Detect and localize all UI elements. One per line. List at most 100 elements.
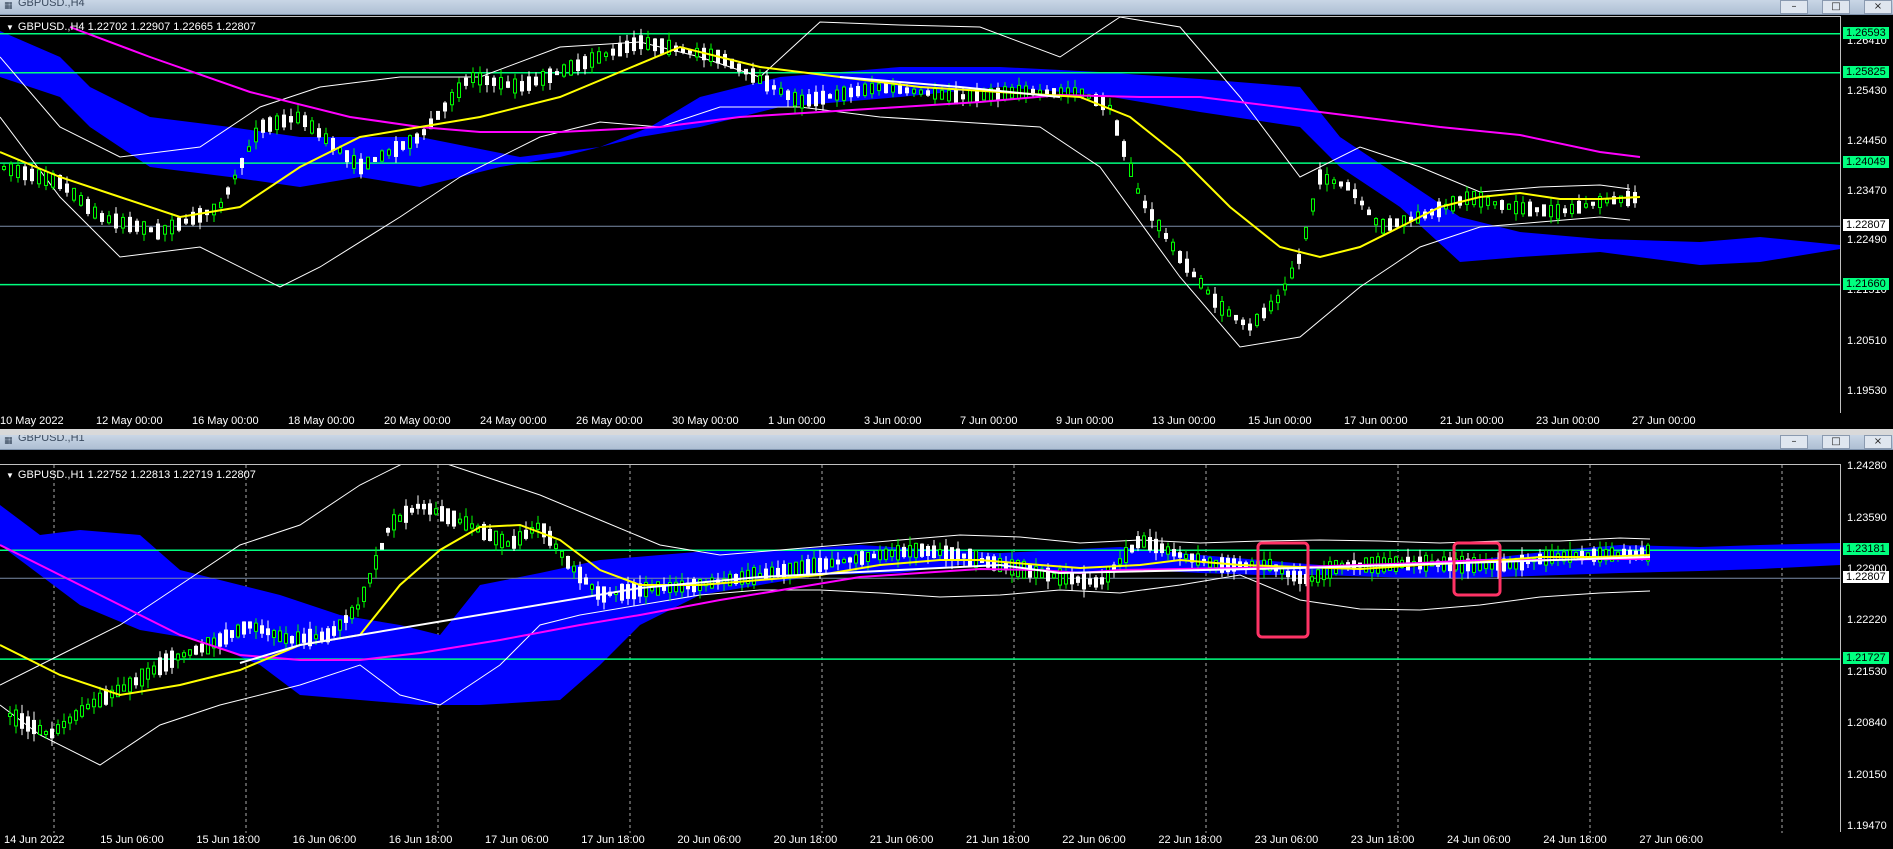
candle-body [1206,289,1210,295]
candle-body [786,90,790,101]
price-chart-h1[interactable]: ▼ GBPUSD.,H1 1.22752 1.22813 1.22719 1.22… [0,464,1840,833]
candle-body [520,81,524,92]
candle-body [200,643,204,653]
price-tick-label: 1.23590 [1847,511,1887,524]
candle-body [1605,198,1609,204]
time-tick-label: 21 Jun 06:00 [869,834,934,846]
candle-body [374,555,378,570]
candle-body [1339,181,1343,187]
candle-body [1024,85,1028,99]
time-tick-label: 27 Jun 00:00 [1632,415,1696,427]
candle-body [1577,200,1581,214]
window-titlebar[interactable]: ▦ GBPUSD.,H1 – □ × [0,435,1893,450]
time-tick-label: 1 Jun 00:00 [768,415,826,427]
candle-body [314,634,318,640]
price-chart-h4[interactable]: ▼ GBPUSD.,H4 1.22702 1.22907 1.22665 1.22… [0,16,1840,414]
candle-body [737,63,741,72]
candle-body [1574,552,1578,560]
candle-body [1465,191,1469,205]
minimize-button[interactable]: – [1780,0,1808,14]
candle-body [1374,218,1378,226]
time-tick-label: 17 Jun 06:00 [485,834,549,846]
candle-body [163,225,167,235]
candle-body [1514,200,1518,215]
candle-body [142,221,146,235]
candle-body [1122,141,1126,157]
candle-body [62,720,66,729]
time-tick-label: 18 May 00:00 [288,415,355,427]
candle-body [366,156,370,170]
candle-body [219,201,223,209]
candle-body [1038,89,1042,95]
candle-body [1570,203,1574,215]
candle-body [345,150,349,163]
candle-body [1118,558,1122,565]
candle-body [268,117,272,132]
candle-body [1143,200,1147,209]
candle-body [560,550,564,558]
candle-body [254,127,258,143]
time-tick-label: 20 May 00:00 [384,415,451,427]
candle-body [266,628,270,636]
symbol-info: ▼ GBPUSD.,H4 1.22702 1.22907 1.22665 1.22… [6,21,256,33]
close-button[interactable]: × [1864,0,1892,14]
candle-body [386,527,390,533]
candle-body [464,516,468,531]
candle-body [856,86,860,97]
candle-body [1178,251,1182,263]
candle-body [1160,543,1164,554]
candle-body [30,168,34,182]
candle-body [611,48,615,56]
candle-body [278,630,282,643]
maximize-button[interactable]: □ [1822,0,1850,14]
candle-body [317,128,321,138]
candle-body [878,549,882,561]
candle-body [289,116,293,123]
candle-body [332,626,336,636]
candle-body [338,619,342,631]
candle-body [362,586,366,602]
candle-body [562,64,566,77]
window-titlebar[interactable]: ▦ GBPUSD.,H4 – □ × [0,0,1893,15]
candle-body [1591,201,1595,206]
candle-body [156,223,160,240]
time-scale-h1[interactable]: 14 Jun 2022 15 Jun 06:00 15 Jun 18:00 16 Ju… [0,832,1840,849]
chart-plot-h4[interactable] [0,17,1840,414]
minimize-button[interactable]: – [1780,435,1808,449]
candle-body [752,567,756,585]
time-tick-label: 20 Jun 06:00 [677,834,742,846]
candle-body [9,163,13,177]
candle-body [548,68,552,84]
time-scale-h4[interactable]: 10 May 2022 12 May 00:00 16 May 00:00 18 Ma… [0,413,1840,429]
candle-body [296,631,300,647]
candle-body [1367,209,1371,216]
candle-body [68,716,72,724]
dropdown-arrow-icon[interactable]: ▼ [6,23,14,32]
candle-body [597,51,601,64]
candle-body [639,35,643,50]
price-tick-label: 1.20150 [1847,769,1887,782]
price-scale-h1[interactable]: 1.24280 1.23590 1.22900 1.22220 1.21530 1.208… [1840,460,1893,832]
close-button[interactable]: × [1864,435,1892,449]
candle-body [128,216,132,233]
candle-body [282,114,286,128]
dropdown-arrow-icon[interactable]: ▼ [6,471,14,480]
candle-body [373,157,377,162]
candle-body [896,545,900,561]
candle-body [1234,314,1238,321]
candle-body [188,649,192,656]
candle-body [919,89,923,95]
maximize-button[interactable]: □ [1822,435,1850,449]
chart-window-h1[interactable]: ▦ GBPUSD.,H1 – □ × ▼ GBPUSD.,H1 1.22752 1… [0,435,1893,849]
candle-body [842,558,846,564]
candle-body [947,89,951,102]
candle-body [842,86,846,101]
candle-body [1185,258,1189,273]
chart-plot-h1[interactable] [0,465,1840,833]
chart-window-h4[interactable]: ▦ GBPUSD.,H4 – □ × ▼ GBPUSD.,H4 1.22702 1… [0,0,1893,429]
price-scale-h4[interactable]: 1.26410 1.25430 1.24450 1.23470 1.22490 1.215… [1840,16,1893,413]
candle-body [632,582,636,600]
candle-body [848,557,852,563]
candle-body [303,115,307,128]
price-tick-label: 1.20510 [1847,335,1887,348]
